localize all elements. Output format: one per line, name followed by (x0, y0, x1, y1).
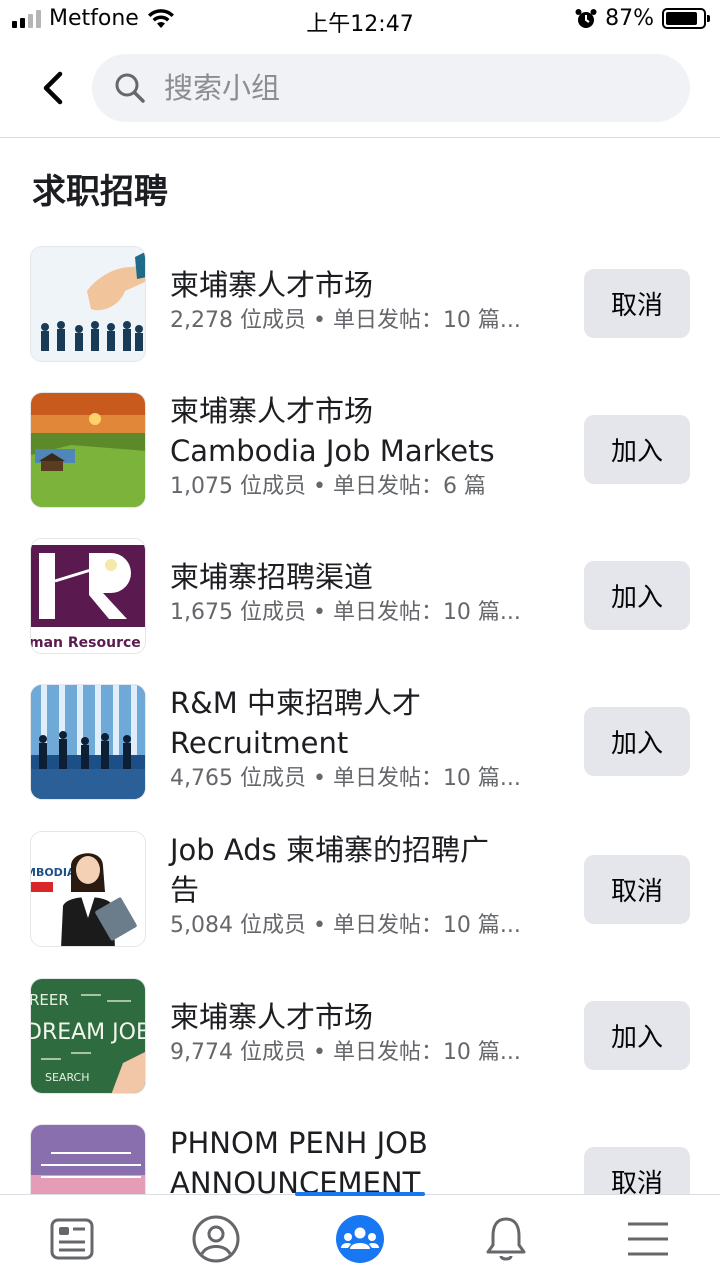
section-title: 求职招聘 (32, 172, 168, 212)
battery-percent: 87% (605, 6, 654, 31)
group-meta: 9,774 位成员 • 单日发帖：10 篇... (170, 1040, 521, 1065)
group-name[interactable]: Job Ads 柬埔寨的招聘广 告 (170, 830, 560, 910)
group-meta: 5,084 位成员 • 单日发帖：10 篇... (170, 913, 521, 938)
chalk-text-reer: REER (31, 991, 69, 1009)
active-tab-indicator (295, 1192, 425, 1196)
group-name-line[interactable]: 柬埔寨人才市场 (170, 394, 373, 428)
group-name[interactable]: 柬埔寨人才市场 Cambodia Job Markets (170, 391, 560, 471)
menu-icon (628, 1222, 668, 1256)
group-name-line[interactable]: R&M 中柬招聘人才 (170, 686, 421, 720)
bottom-nav (0, 1192, 720, 1280)
group-name[interactable]: R&M 中柬招聘人才 Recruitment (170, 683, 560, 763)
hr-logo-thumbnail: man Resource (31, 539, 145, 653)
group-info[interactable]: 柬埔寨招聘渠道 1,675 位成员 • 单日发帖：10 篇... (170, 557, 560, 629)
notifications-icon (486, 1217, 526, 1261)
hr-logo-text: man Resource (31, 635, 141, 651)
group-info[interactable]: 柬埔寨人才市场 2,278 位成员 • 单日发帖：10 篇... (170, 265, 560, 337)
hand-and-people-thumbnail (31, 247, 145, 361)
tab-groups[interactable] (330, 1211, 390, 1267)
groups-icon (336, 1215, 384, 1263)
group-thumbnail[interactable]: MBODIA (30, 831, 146, 947)
group-info[interactable]: 柬埔寨人才市场 9,774 位成员 • 单日发帖：10 篇... (170, 997, 560, 1069)
join-button[interactable]: 加入 (584, 1001, 690, 1070)
business-people-thumbnail (31, 685, 145, 799)
group-name[interactable]: 柬埔寨招聘渠道 (170, 557, 560, 597)
group-thumbnail[interactable] (30, 392, 146, 508)
group-meta: 4,765 位成员 • 单日发帖：10 篇... (170, 766, 521, 791)
group-info[interactable]: R&M 中柬招聘人才 Recruitment 4,765 位成员 • 单日发帖：… (170, 683, 560, 795)
group-name-line[interactable]: PHNOM PENH JOB (170, 1126, 428, 1160)
group-info[interactable]: PHNOM PENH JOB ANNOUNCEMENT (170, 1123, 560, 1195)
status-bar: Metfone 上午12:47 87% (0, 0, 720, 40)
group-list[interactable]: 柬埔寨人才市场 2,278 位成员 • 单日发帖：10 篇... 取消 柬埔寨人… (0, 245, 720, 1195)
group-meta: 2,278 位成员 • 单日发帖：10 篇... (170, 308, 521, 333)
search-icon (115, 73, 145, 103)
khmer-text-thumbnail (31, 1125, 145, 1195)
group-name-line[interactable]: Recruitment (170, 726, 348, 760)
group-name[interactable]: 柬埔寨人才市场 (170, 997, 560, 1037)
group-name-line[interactable]: 告 (170, 873, 199, 907)
dream-job-chalkboard-thumbnail: REER DREAM JOB SEARCH (31, 979, 146, 1093)
group-name-line[interactable]: Cambodia Job Markets (170, 434, 495, 468)
chevron-left-icon (43, 71, 63, 105)
landscape-thumbnail (31, 393, 145, 507)
tab-notifications[interactable] (476, 1211, 536, 1267)
chalk-text-search: SEARCH (45, 1071, 90, 1084)
tab-news-feed[interactable] (42, 1211, 102, 1267)
news-feed-icon (50, 1218, 94, 1260)
group-meta: 1,075 位成员 • 单日发帖：6 篇 (170, 474, 486, 499)
alarm-icon (575, 8, 597, 28)
search-header (0, 50, 720, 138)
group-name[interactable]: PHNOM PENH JOB ANNOUNCEMENT (170, 1123, 560, 1195)
profile-icon (192, 1215, 240, 1263)
join-button[interactable]: 加入 (584, 707, 690, 776)
group-thumbnail[interactable]: man Resource (30, 538, 146, 654)
group-name-line[interactable]: Job Ads 柬埔寨的招聘广 (170, 833, 489, 867)
tab-profile[interactable] (186, 1211, 246, 1267)
group-name-line[interactable]: ANNOUNCEMENT (170, 1166, 420, 1195)
group-thumbnail[interactable] (30, 684, 146, 800)
group-thumbnail[interactable] (30, 1124, 146, 1195)
cancel-button[interactable]: 取消 (584, 269, 690, 338)
battery-icon (662, 8, 710, 29)
group-thumbnail[interactable] (30, 246, 146, 362)
back-button[interactable] (30, 66, 74, 110)
group-name[interactable]: 柬埔寨人才市场 (170, 265, 560, 305)
join-button[interactable]: 加入 (584, 561, 690, 630)
chalk-text-dream: DREAM JOB (31, 1020, 146, 1045)
group-info[interactable]: Job Ads 柬埔寨的招聘广 告 5,084 位成员 • 单日发帖：10 篇.… (170, 830, 560, 942)
group-info[interactable]: 柬埔寨人才市场 Cambodia Job Markets 1,075 位成员 •… (170, 391, 560, 503)
cancel-button[interactable]: 取消 (584, 855, 690, 924)
group-meta: 1,675 位成员 • 单日发帖：10 篇... (170, 600, 521, 625)
bodia-text: MBODIA (31, 866, 76, 879)
cancel-button[interactable]: 取消 (584, 1147, 690, 1195)
search-bar[interactable] (92, 54, 690, 122)
group-thumbnail[interactable]: REER DREAM JOB SEARCH (30, 978, 146, 1094)
woman-with-folder-thumbnail: MBODIA (31, 832, 145, 946)
search-input[interactable] (164, 71, 644, 105)
tab-menu[interactable] (618, 1211, 678, 1267)
status-right: 87% (575, 6, 710, 31)
join-button[interactable]: 加入 (584, 415, 690, 484)
